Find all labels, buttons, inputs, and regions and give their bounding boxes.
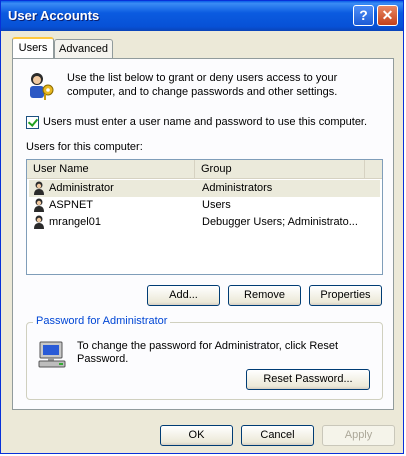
require-password-label[interactable]: Users must enter a user name and passwor…: [43, 116, 367, 128]
users-listview[interactable]: User Name Group Administrator Administra…: [26, 159, 383, 275]
users-list-label: Users for this computer:: [26, 141, 143, 153]
help-button[interactable]: ?: [353, 5, 374, 26]
table-row[interactable]: mrangel01 Debugger Users; Administrato..…: [29, 214, 380, 231]
cell-group: Debugger Users; Administrato...: [202, 216, 358, 228]
cell-user-name: Administrator: [49, 182, 114, 194]
close-button[interactable]: ✕: [377, 5, 398, 26]
title-bar[interactable]: User Accounts ? ✕: [1, 1, 403, 31]
reset-password-button[interactable]: Reset Password...: [246, 369, 370, 390]
user-icon: [34, 181, 44, 195]
cell-user-name: mrangel01: [49, 216, 101, 228]
computer-icon: [38, 341, 66, 368]
user-icon: [34, 215, 44, 229]
column-header-user-name[interactable]: User Name: [27, 160, 195, 178]
list-header: User Name Group: [27, 160, 382, 179]
intro-text: Use the list below to grant or deny user…: [67, 72, 338, 98]
user-icon: [34, 198, 44, 212]
user-accounts-window: User Accounts ? ✕ Users Advanced Use the…: [0, 0, 404, 454]
cell-group: Administrators: [202, 182, 273, 194]
column-header-group[interactable]: Group: [195, 160, 365, 178]
tab-users[interactable]: Users: [12, 37, 54, 58]
cell-group: Users: [202, 199, 231, 211]
add-user-button[interactable]: Add...: [147, 285, 220, 306]
tab-advanced[interactable]: Advanced: [54, 39, 113, 58]
password-instructions: To change the password for Administrator…: [77, 340, 339, 365]
users-tab-panel: Use the list below to grant or deny user…: [12, 58, 394, 410]
password-group-title: Password for Administrator: [33, 315, 171, 327]
table-row[interactable]: ASPNET Users: [29, 197, 380, 214]
cancel-button[interactable]: Cancel: [241, 425, 314, 446]
users-keys-icon: [30, 73, 54, 100]
apply-button: Apply: [322, 425, 395, 446]
cell-user-name: ASPNET: [49, 199, 94, 211]
table-row[interactable]: Administrator Administrators: [29, 180, 380, 197]
ok-button[interactable]: OK: [160, 425, 233, 446]
remove-user-button[interactable]: Remove: [228, 285, 301, 306]
require-password-checkbox[interactable]: [26, 116, 39, 129]
window-title: User Accounts: [8, 8, 100, 23]
properties-button[interactable]: Properties: [309, 285, 382, 306]
